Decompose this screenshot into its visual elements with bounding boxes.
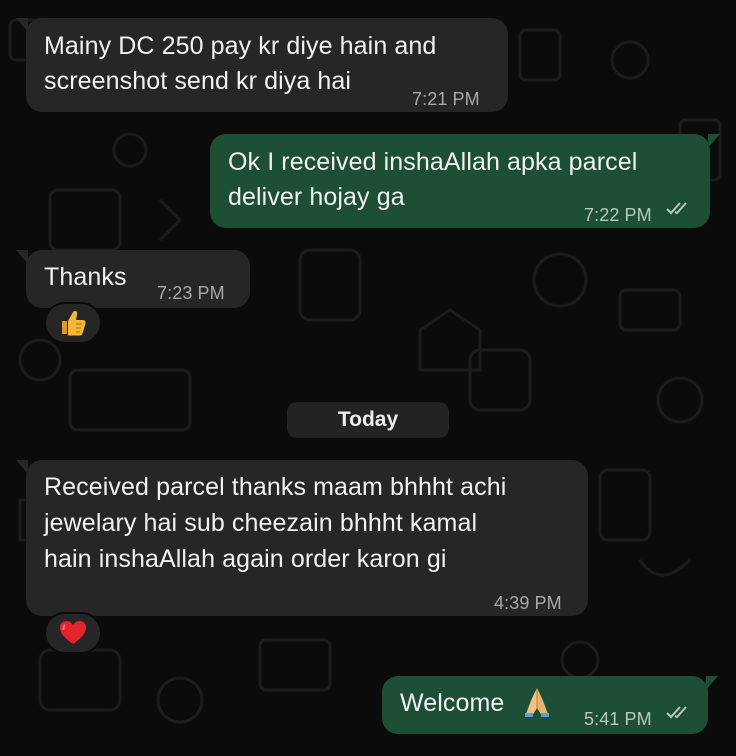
message-timestamp: 7:23 PM — [157, 283, 225, 303]
message-timestamp: 4:39 PM — [494, 593, 562, 613]
message-text-line: Thanks — [44, 263, 127, 291]
message-bubble-outgoing[interactable]: Ok I received inshaAllah apka parcel del… — [210, 134, 720, 228]
message-text-line: deliver hojay ga — [228, 183, 405, 211]
date-separator: Today — [287, 402, 449, 438]
message-timestamp: 5:41 PM — [584, 709, 652, 729]
bubble-tail — [16, 18, 28, 32]
bubble-tail — [706, 676, 718, 690]
message-text-line: screenshot send kr diya hai — [44, 67, 352, 95]
chat-wallpaper — [8, 18, 722, 724]
message-text-line: hain inshaAllah again order karon gi — [44, 545, 447, 573]
message-reaction[interactable] — [44, 612, 102, 654]
bubble-tail — [16, 250, 28, 264]
message-reaction[interactable] — [44, 302, 102, 344]
message-bubble-incoming[interactable]: Thanks 7:23 PM — [16, 250, 250, 308]
red-heart-emoji-icon — [60, 621, 86, 644]
message-bubble-outgoing[interactable]: Welcome 5:41 PM — [382, 676, 718, 734]
message-timestamp: 7:21 PM — [412, 89, 480, 109]
message-text-line: Ok I received inshaAllah apka parcel — [228, 148, 638, 176]
thumbs-up-emoji-icon — [62, 311, 86, 336]
message-text-line: Received parcel thanks maam bhhht achi — [44, 473, 507, 501]
message-text-line: jewelary hai sub cheezain bhhht kamal — [44, 509, 478, 537]
double-check-icon — [666, 202, 687, 215]
double-check-icon — [666, 706, 687, 719]
message-text-line: Welcome — [400, 689, 505, 717]
message-bubble-incoming[interactable]: Received parcel thanks maam bhhht achi j… — [16, 460, 588, 616]
folded-hands-emoji-icon — [525, 688, 549, 717]
bubble-tail — [708, 134, 720, 148]
message-timestamp: 7:22 PM — [584, 205, 652, 225]
message-bubble-incoming[interactable]: Mainy DC 250 pay kr diye hain and screen… — [16, 18, 508, 112]
message-text-line: Mainy DC 250 pay kr diye hain and — [44, 32, 437, 60]
bubble-tail — [16, 460, 28, 474]
